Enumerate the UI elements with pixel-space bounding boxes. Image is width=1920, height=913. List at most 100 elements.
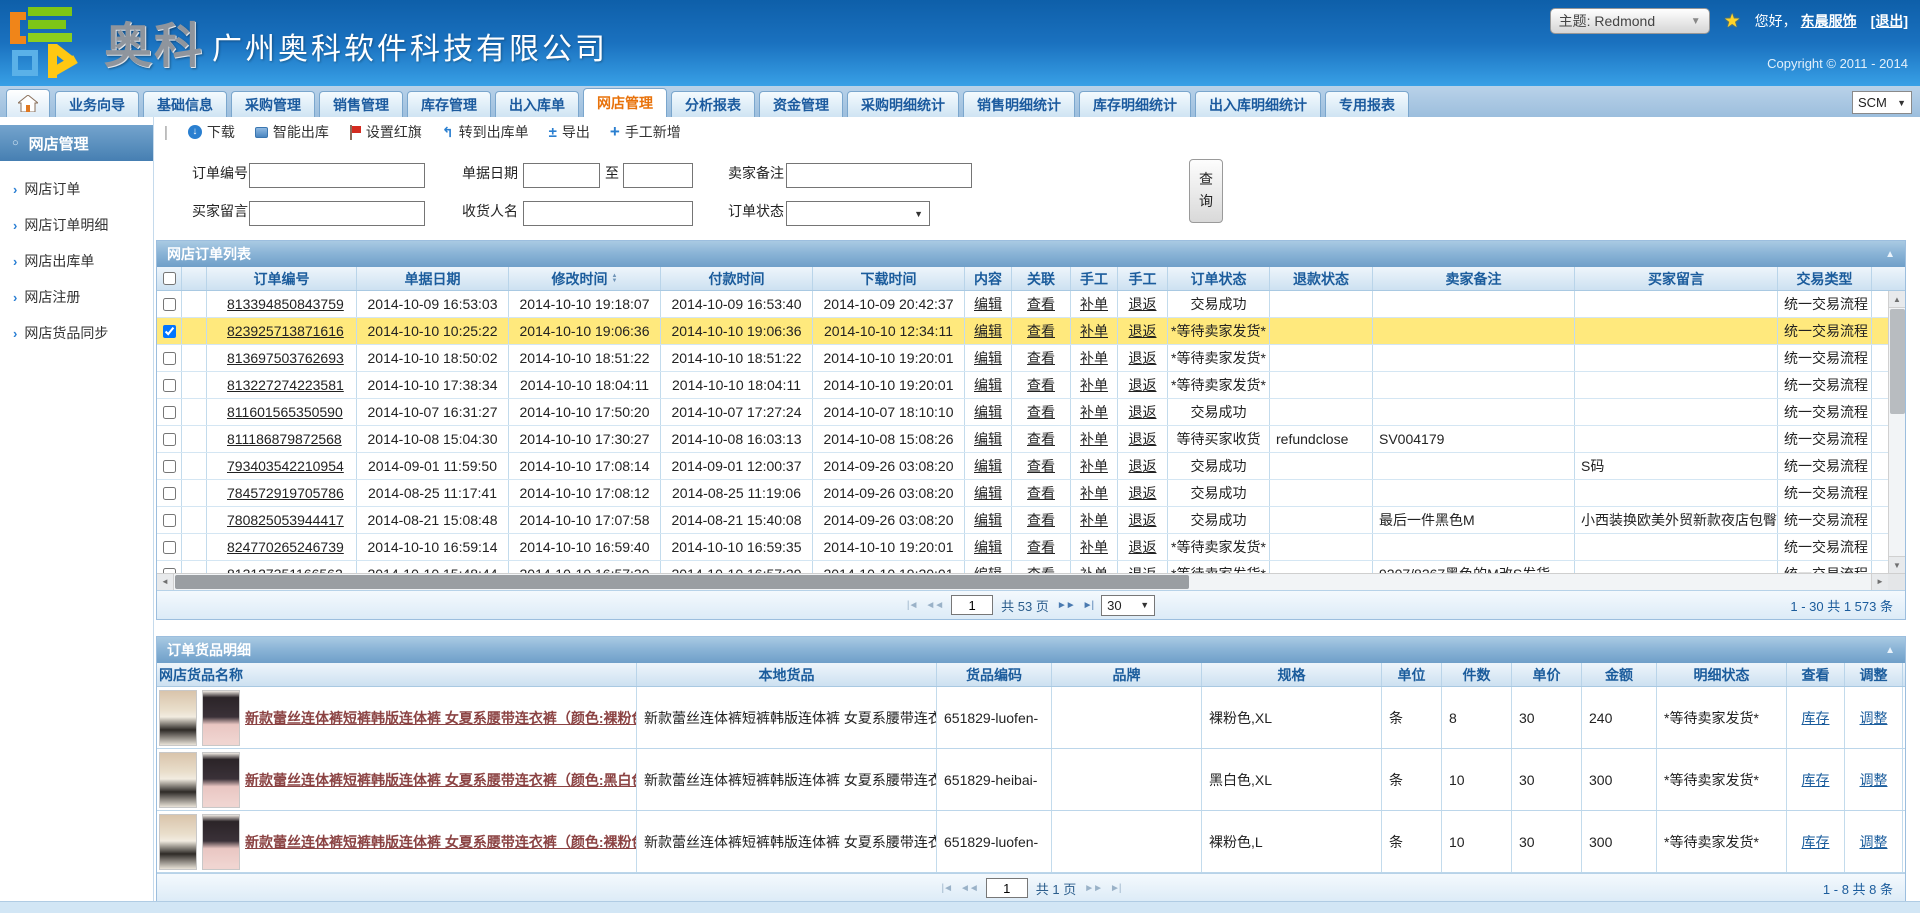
page-number-input[interactable] <box>986 878 1028 898</box>
order-no-link[interactable]: 813394850843759 <box>227 296 344 312</box>
buyer-msg-input[interactable] <box>249 201 425 226</box>
order-no-link[interactable]: 813697503762693 <box>227 350 344 366</box>
nav-tab[interactable]: 分析报表 <box>671 91 755 117</box>
view-link[interactable]: 查看 <box>1027 456 1055 476</box>
return-link[interactable]: 退返 <box>1129 456 1157 476</box>
return-link[interactable]: 退返 <box>1129 510 1157 530</box>
supplement-link[interactable]: 补单 <box>1080 510 1108 530</box>
supplement-link[interactable]: 补单 <box>1080 456 1108 476</box>
order-row[interactable]: 811601565350590 2014-10-07 16:31:27 2014… <box>157 399 1905 426</box>
search-button[interactable]: 查询 <box>1189 159 1223 223</box>
toolbar-button[interactable]: 手工新增 <box>610 122 681 142</box>
toolbar-button[interactable]: 设置红旗 <box>349 122 422 142</box>
shop-item-name-link[interactable]: 新款蕾丝连体裤短裤韩版连体裤 女夏系腰带连衣裤（颜色:裸粉色,尺码:） <box>245 832 636 852</box>
nav-tab[interactable]: 库存管理 <box>407 91 491 117</box>
nav-tab[interactable]: 出入库单 <box>495 91 579 117</box>
sidebar-item[interactable]: › 网店出库单 <box>0 243 153 279</box>
edit-link[interactable]: 编辑 <box>974 348 1002 368</box>
row-checkbox[interactable] <box>163 541 176 554</box>
row-checkbox[interactable] <box>163 298 176 311</box>
return-link[interactable]: 退返 <box>1129 429 1157 449</box>
sidebar-item[interactable]: › 网店订单明细 <box>0 207 153 243</box>
edit-link[interactable]: 编辑 <box>974 294 1002 314</box>
return-link[interactable]: 退返 <box>1129 402 1157 422</box>
col-order-no[interactable]: 订单编号 <box>207 267 357 290</box>
edit-link[interactable]: 编辑 <box>974 321 1002 341</box>
row-checkbox[interactable] <box>163 325 176 338</box>
edit-link[interactable]: 编辑 <box>974 483 1002 503</box>
view-link[interactable]: 查看 <box>1027 564 1055 573</box>
edit-link[interactable]: 编辑 <box>974 402 1002 422</box>
page-number-input[interactable] <box>951 595 993 615</box>
stock-link[interactable]: 库存 <box>1802 770 1830 790</box>
supplement-link[interactable]: 补单 <box>1080 321 1108 341</box>
edit-link[interactable]: 编辑 <box>974 537 1002 557</box>
row-checkbox[interactable] <box>163 352 176 365</box>
return-link[interactable]: 退返 <box>1129 537 1157 557</box>
collapse-icon[interactable]: ▲ <box>1885 645 1895 656</box>
edit-link[interactable]: 编辑 <box>974 456 1002 476</box>
first-page-icon[interactable]: |◄ <box>941 883 952 894</box>
return-link[interactable]: 退返 <box>1129 483 1157 503</box>
edit-link[interactable]: 编辑 <box>974 429 1002 449</box>
return-link[interactable]: 退返 <box>1129 564 1157 573</box>
order-row[interactable]: 813227274223581 2014-10-10 17:38:34 2014… <box>157 372 1905 399</box>
order-status-select[interactable]: ▼ <box>786 201 930 226</box>
scroll-left-arrow[interactable]: ◄ <box>157 574 174 590</box>
return-link[interactable]: 退返 <box>1129 294 1157 314</box>
row-checkbox[interactable] <box>163 406 176 419</box>
view-link[interactable]: 查看 <box>1027 429 1055 449</box>
row-checkbox[interactable] <box>163 514 176 527</box>
toolbar-button[interactable]: 下载 <box>188 122 235 142</box>
supplement-link[interactable]: 补单 <box>1080 429 1108 449</box>
nav-tab[interactable]: 采购明细统计 <box>847 91 959 117</box>
logout-link[interactable]: [退出] <box>1871 11 1908 31</box>
shop-item-name-link[interactable]: 新款蕾丝连体裤短裤韩版连体裤 女夏系腰带连衣裤（颜色:裸粉色,尺码:） <box>245 708 636 728</box>
scroll-up-arrow[interactable]: ▲ <box>1889 291 1905 308</box>
prev-page-icon[interactable]: ◄◄ <box>960 883 978 894</box>
sidebar-item[interactable]: › 网店货品同步 <box>0 315 153 351</box>
supplement-link[interactable]: 补单 <box>1080 564 1108 573</box>
seller-note-input[interactable] <box>786 163 972 188</box>
order-no-link[interactable]: 813127351166562 <box>227 566 343 573</box>
stock-link[interactable]: 库存 <box>1802 832 1830 852</box>
next-page-icon[interactable]: ►► <box>1057 600 1075 611</box>
favorite-star-icon[interactable]: ★ <box>1724 10 1741 33</box>
view-link[interactable]: 查看 <box>1027 537 1055 557</box>
view-link[interactable]: 查看 <box>1027 483 1055 503</box>
return-link[interactable]: 退返 <box>1129 321 1157 341</box>
view-link[interactable]: 查看 <box>1027 510 1055 530</box>
nav-tab[interactable]: 业务向导 <box>55 91 139 117</box>
sort-icon[interactable]: ▲▼ <box>612 274 618 284</box>
scroll-down-arrow[interactable]: ▼ <box>1889 556 1905 573</box>
nav-tab[interactable]: 销售明细统计 <box>963 91 1075 117</box>
supplement-link[interactable]: 补单 <box>1080 537 1108 557</box>
user-link[interactable]: 东晨服饰 <box>1801 11 1857 31</box>
supplement-link[interactable]: 补单 <box>1080 402 1108 422</box>
toolbar-button[interactable]: 智能出库 <box>255 122 329 142</box>
nav-tab[interactable]: 销售管理 <box>319 91 403 117</box>
col-downloaded[interactable]: 下载时间 <box>813 267 965 290</box>
row-checkbox[interactable] <box>163 487 176 500</box>
nav-tab[interactable]: 基础信息 <box>143 91 227 117</box>
view-link[interactable]: 查看 <box>1027 294 1055 314</box>
stock-link[interactable]: 库存 <box>1802 708 1830 728</box>
order-no-input[interactable] <box>249 163 425 188</box>
horizontal-scroll-thumb[interactable] <box>175 575 1189 589</box>
horizontal-scrollbar[interactable]: ◄ ► <box>157 573 1905 590</box>
shop-item-name-link[interactable]: 新款蕾丝连体裤短裤韩版连体裤 女夏系腰带连衣裤（颜色:黑白色,尺码:） <box>245 770 636 790</box>
view-link[interactable]: 查看 <box>1027 402 1055 422</box>
order-no-link[interactable]: 813227274223581 <box>227 377 344 393</box>
nav-tab[interactable]: 出入库明细统计 <box>1195 91 1321 117</box>
row-checkbox[interactable] <box>163 379 176 392</box>
select-all-checkbox[interactable] <box>163 272 176 285</box>
nav-tab[interactable]: 网店管理 <box>583 88 667 117</box>
theme-select[interactable]: 主题: Redmond ▼ <box>1550 8 1710 34</box>
scroll-right-arrow[interactable]: ► <box>1871 574 1888 590</box>
row-checkbox[interactable] <box>163 433 176 446</box>
adjust-link[interactable]: 调整 <box>1860 770 1888 790</box>
nav-tab[interactable]: 库存明细统计 <box>1079 91 1191 117</box>
collapse-icon[interactable]: ▲ <box>1885 249 1895 260</box>
view-link[interactable]: 查看 <box>1027 321 1055 341</box>
order-no-link[interactable]: 811601565350590 <box>227 404 343 420</box>
